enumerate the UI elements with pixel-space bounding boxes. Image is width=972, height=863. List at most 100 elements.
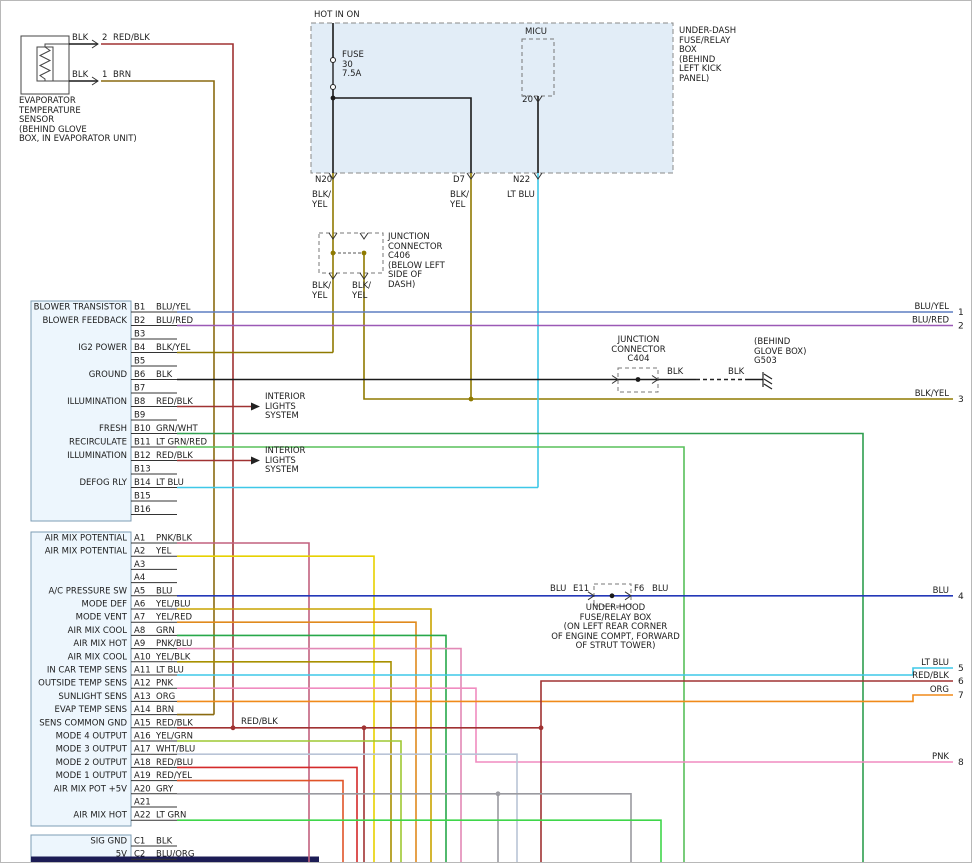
pin-number: A12 — [134, 679, 151, 689]
terminal-wire-label: BLU/YEL — [914, 302, 949, 312]
underhood-wire-right: BLU — [652, 585, 668, 595]
pin-number: A13 — [134, 692, 151, 702]
exit-pin-n20: N20 — [315, 176, 332, 186]
pin-wire-color: GRN/WHT — [156, 424, 199, 434]
hot-in-on-label: HOT IN ON — [314, 11, 360, 21]
pin-wire-color: BLU/RED — [156, 316, 194, 326]
pin-function-label: AIR MIX COOL — [68, 626, 128, 636]
pin-wire-color: BRN — [156, 705, 174, 715]
terminal-number: 8 — [958, 758, 964, 768]
pin-function-label: MODE 3 OUTPUT — [56, 745, 128, 755]
pin-function-label: MODE DEF — [82, 600, 128, 610]
pin-function-label: OUTSIDE TEMP SENS — [38, 679, 127, 689]
interior-lights-arrow-1 — [251, 403, 260, 411]
pin-wire-color: YEL/GRN — [155, 732, 193, 742]
pin-wire-color: RED/BLU — [156, 758, 193, 768]
pin-number: A7 — [134, 613, 145, 623]
terminal-number: 7 — [958, 691, 964, 701]
terminal-number: 6 — [958, 677, 964, 687]
pin-wire-color: PNK — [156, 679, 173, 689]
pin-wire-color: ORG — [156, 692, 175, 702]
junction-dot — [469, 397, 474, 402]
pin-function-label: IN CAR TEMP SENS — [47, 666, 127, 676]
pin-wire-color: YEL/RED — [155, 613, 192, 623]
pin-function-label: MODE 1 OUTPUT — [56, 771, 128, 781]
pin-function-label: ILLUMINATION — [67, 451, 127, 461]
g503-label: (BEHIND GLOVE BOX) G503 — [754, 338, 806, 367]
terminal-wire-label: BLK/YEL — [915, 389, 950, 399]
pin-number: B2 — [134, 316, 145, 326]
pin-wire-color: RED/YEL — [156, 771, 192, 781]
pin-number: A16 — [134, 732, 151, 742]
terminal-wire-label: ORG — [930, 685, 949, 695]
evap-pin2-harness-wire: RED/BLK — [113, 34, 150, 44]
control-unit-connector-b — [31, 301, 131, 521]
pin-wire-color: LT BLU — [156, 666, 184, 676]
pin-number: B9 — [134, 411, 145, 421]
evaporator-sensor-label: EVAPORATOR TEMPERATURE SENSOR (BEHIND GL… — [19, 97, 137, 145]
pin-number: A17 — [134, 745, 151, 755]
pin-number: A20 — [134, 784, 151, 794]
terminal-wire-label: BLU/RED — [912, 316, 950, 326]
pin-wire-color: BLK — [156, 837, 173, 847]
wiring-diagram-canvas: B1BLU/YELBLOWER TRANSISTORB2BLU/REDBLOWE… — [1, 1, 972, 863]
pin-number: B13 — [134, 465, 151, 475]
pin-wire-color: GRN — [156, 626, 175, 636]
evap-pin2-inside-wire: BLK — [72, 34, 88, 44]
pin-number: A9 — [134, 639, 145, 649]
pin-number: A10 — [134, 652, 151, 662]
pin-wire-color: RED/BLK — [156, 451, 193, 461]
pin-number: B1 — [134, 303, 145, 313]
pin-number: A1 — [134, 534, 145, 544]
c406-exit-wire-2: BLK/ YEL — [352, 282, 371, 301]
wire-yel-red — [177, 622, 416, 863]
junction-dot — [539, 725, 544, 730]
pin-number: B7 — [134, 384, 145, 394]
pin-function-label: 5V — [116, 850, 127, 860]
interior-lights-label-2: INTERIOR LIGHTS SYSTEM — [265, 447, 305, 476]
wire-yel-blk — [177, 662, 391, 863]
pin-function-label: IG2 POWER — [78, 343, 127, 353]
wire-yel — [177, 556, 374, 863]
pin-wire-color: RED/BLK — [156, 718, 193, 728]
pin-wire-color: WHT/BLU — [156, 745, 195, 755]
wire-wht-blu — [177, 754, 517, 863]
pin-function-label: BLOWER FEEDBACK — [42, 316, 127, 326]
c404-wire-label-left: BLK — [667, 368, 683, 378]
junction-c406-label: JUNCTION CONNECTOR C406 (BELOW LEFT SIDE… — [388, 233, 445, 291]
underhood-box-label: UNDER-HOOD FUSE/RELAY BOX (ON LEFT REAR … — [513, 604, 718, 652]
wire-red-blk — [541, 681, 953, 863]
terminal-wire-label: BLU — [933, 586, 949, 596]
pin-number: A2 — [134, 547, 145, 557]
terminal-number: 5 — [958, 664, 964, 674]
pin-number: B11 — [134, 438, 151, 448]
pin-number: B12 — [134, 451, 151, 461]
pin-number: A21 — [134, 798, 151, 808]
fuse-symbol-bottom-terminal — [331, 85, 336, 90]
pin-wire-color: LT GRN — [156, 811, 186, 821]
underhood-wire-left: BLU — [550, 585, 566, 595]
pin-function-label: ILLUMINATION — [67, 397, 127, 407]
wire-grn — [177, 635, 446, 863]
terminal-number: 1 — [958, 308, 964, 318]
pin-function-label: MODE 2 OUTPUT — [56, 758, 128, 768]
pin-number: C2 — [134, 850, 145, 860]
c404-wire-label-right: BLK — [728, 368, 744, 378]
pin-number: B14 — [134, 478, 151, 488]
evaporator-element-box — [37, 47, 53, 81]
evap-pin1-number: 1 — [102, 71, 107, 81]
junction-dot — [610, 593, 615, 598]
thermistor-zigzag — [40, 47, 50, 81]
pin-number: A15 — [134, 718, 151, 728]
fuse-symbol-top-terminal — [331, 58, 336, 63]
pin-number: A14 — [134, 705, 151, 715]
interior-lights-arrow-2 — [251, 457, 260, 465]
pin-number: B3 — [134, 330, 145, 340]
pin-number: A4 — [134, 573, 145, 583]
terminal-wire-label: RED/BLK — [912, 671, 949, 681]
pin-wire-color: BLU/YEL — [156, 303, 191, 313]
evap-pin1-harness-wire: BRN — [113, 71, 131, 81]
terminal-wire-label: LT BLU — [921, 658, 949, 668]
wire-org — [177, 695, 953, 701]
pin-number: A5 — [134, 586, 145, 596]
